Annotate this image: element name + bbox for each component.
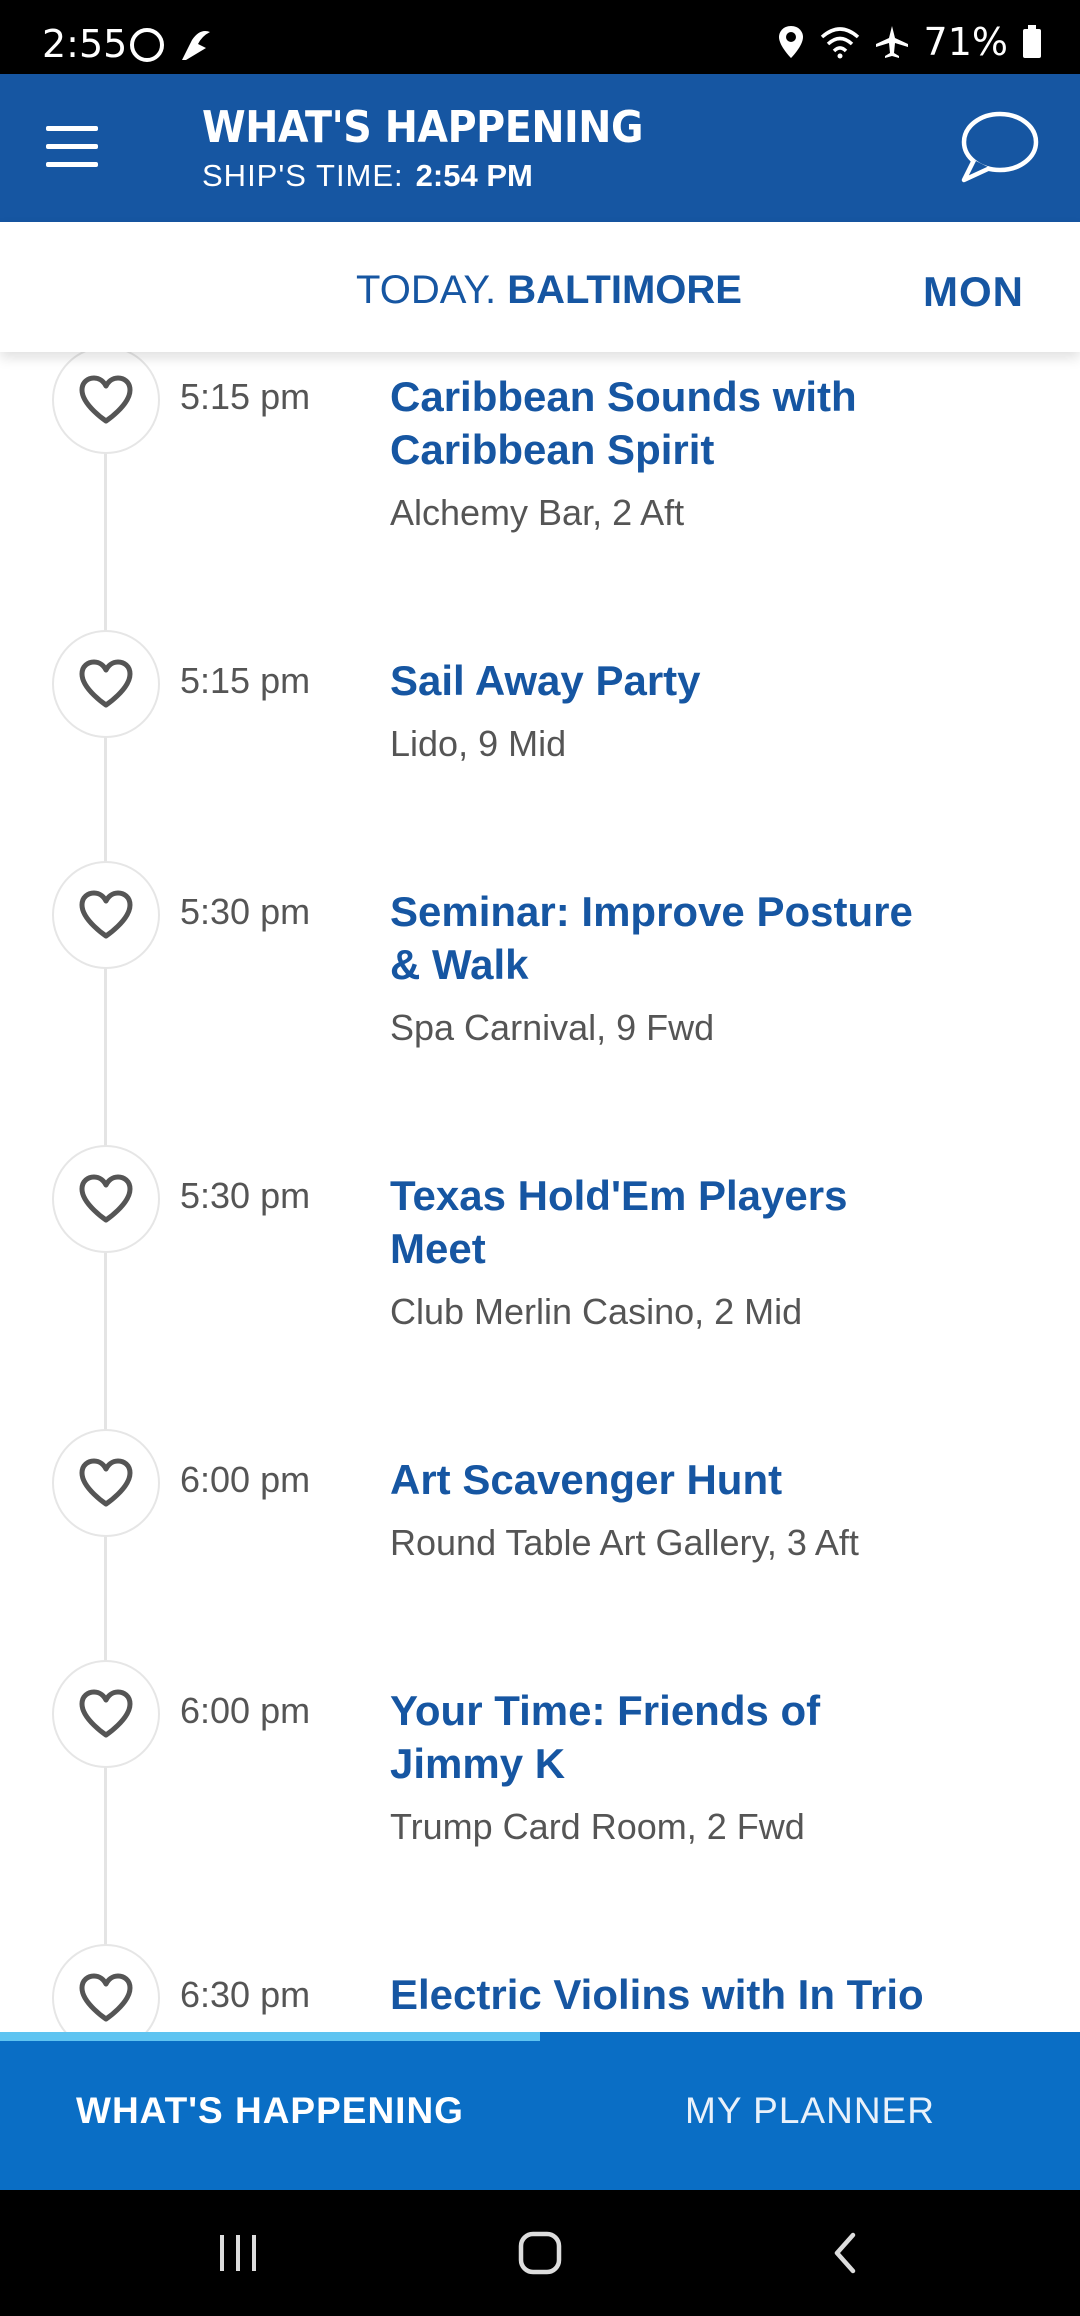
event-time: 5:15 pm (180, 376, 311, 417)
event-time: 5:30 pm (180, 1175, 311, 1216)
location-icon (778, 26, 803, 58)
heart-icon[interactable] (52, 1660, 160, 1768)
status-time: 2:55 (42, 22, 128, 66)
event-title-line: Art Scavenger Hunt (390, 1456, 783, 1503)
event-title[interactable]: Art Scavenger Hunt (390, 1453, 950, 1506)
ship-time-label: SHIP'S TIME: (202, 158, 404, 193)
hamburger-menu-icon[interactable] (46, 126, 98, 168)
event-title-line: Seminar: Improve Posture (390, 888, 913, 935)
event-venue: Trump Card Room, 2 Fwd (390, 1806, 805, 1847)
heart-icon[interactable] (52, 861, 160, 969)
event-time: 6:30 pm (180, 1974, 311, 2015)
event-time: 5:30 pm (180, 891, 311, 932)
airplane-icon (875, 26, 908, 58)
battery-icon (1023, 25, 1041, 58)
wifi-icon (820, 27, 859, 59)
ring-icon (130, 28, 164, 62)
event-venue: Alchemy Bar, 2 Aft (390, 492, 685, 533)
heart-icon[interactable] (52, 1145, 160, 1253)
event-venue: Round Table Art Gallery, 3 Aft (390, 1522, 859, 1563)
tab-my-planner[interactable]: MY PLANNER (540, 2032, 1080, 2190)
event-title-line: Jimmy K (390, 1740, 566, 1787)
tab-whats-happening[interactable]: WHAT'S HAPPENING (0, 2032, 540, 2190)
home-icon[interactable] (500, 2220, 580, 2286)
ship-time-value: 2:54 PM (415, 158, 533, 193)
heart-icon[interactable] (52, 1944, 160, 2032)
event-title-line: Caribbean Sounds with (390, 373, 857, 420)
event-title[interactable]: Caribbean Sounds with Caribbean Spirit (390, 370, 950, 476)
event-title[interactable]: Sail Away Party (390, 654, 950, 707)
carnival-logo-icon (182, 31, 210, 60)
bottom-tabs: WHAT'S HAPPENING MY PLANNER (0, 2032, 1080, 2190)
event-venue: Lido, 9 Mid (390, 723, 567, 764)
event-title-line: Caribbean Spirit (390, 426, 715, 473)
event-time: 6:00 pm (180, 1690, 311, 1731)
status-right-icons: 71% (776, 20, 1042, 64)
heart-icon[interactable] (52, 630, 160, 738)
event-title[interactable]: Seminar: Improve Posture & Walk (390, 885, 950, 991)
event-title[interactable]: Electric Violins with In Trio (390, 1968, 950, 2021)
event-title-line: Texas Hold'Em Players (390, 1172, 848, 1219)
event-title-line: & Walk (390, 941, 529, 988)
event-venue: Spa Carnival, 9 Fwd (390, 1007, 715, 1048)
chat-bubble-icon[interactable] (956, 108, 1040, 188)
event-list[interactable]: 5:15 pm Caribbean Sounds with Caribbean Sp… (0, 352, 1080, 2032)
status-bar: 2:55 71% (0, 0, 1080, 74)
day-selector[interactable]: MON (923, 268, 1024, 316)
status-left-icons (128, 26, 214, 64)
event-time: 6:00 pm (180, 1459, 311, 1500)
today-label: TODAY. (356, 268, 497, 312)
system-nav-bar (0, 2190, 1080, 2316)
heart-icon[interactable] (52, 1429, 160, 1537)
port-name: BALTIMORE (507, 268, 742, 312)
app-header: WHAT'S HAPPENING SHIP'S TIME: 2:54 PM (0, 74, 1080, 222)
page-title: WHAT'S HAPPENING (202, 102, 644, 153)
day-bar: TODAY. BALTIMORE MON (0, 222, 1080, 352)
battery-percent: 71% (923, 20, 1008, 64)
event-title-line: Meet (390, 1225, 486, 1272)
heart-icon[interactable] (52, 352, 160, 454)
event-title[interactable]: Your Time: Friends of Jimmy K (390, 1684, 950, 1790)
today-location: TODAY. BALTIMORE (356, 268, 742, 313)
recent-apps-icon[interactable] (198, 2220, 278, 2286)
back-icon[interactable] (804, 2220, 884, 2286)
event-title-line: Electric Violins with In Trio (390, 1971, 924, 2018)
ship-time: SHIP'S TIME: 2:54 PM (202, 158, 533, 194)
event-title-line: Sail Away Party (390, 657, 701, 704)
event-title[interactable]: Texas Hold'Em Players Meet (390, 1169, 950, 1275)
event-venue: Club Merlin Casino, 2 Mid (390, 1291, 803, 1332)
event-title-line: Your Time: Friends of (390, 1687, 821, 1734)
event-time: 5:15 pm (180, 660, 311, 701)
